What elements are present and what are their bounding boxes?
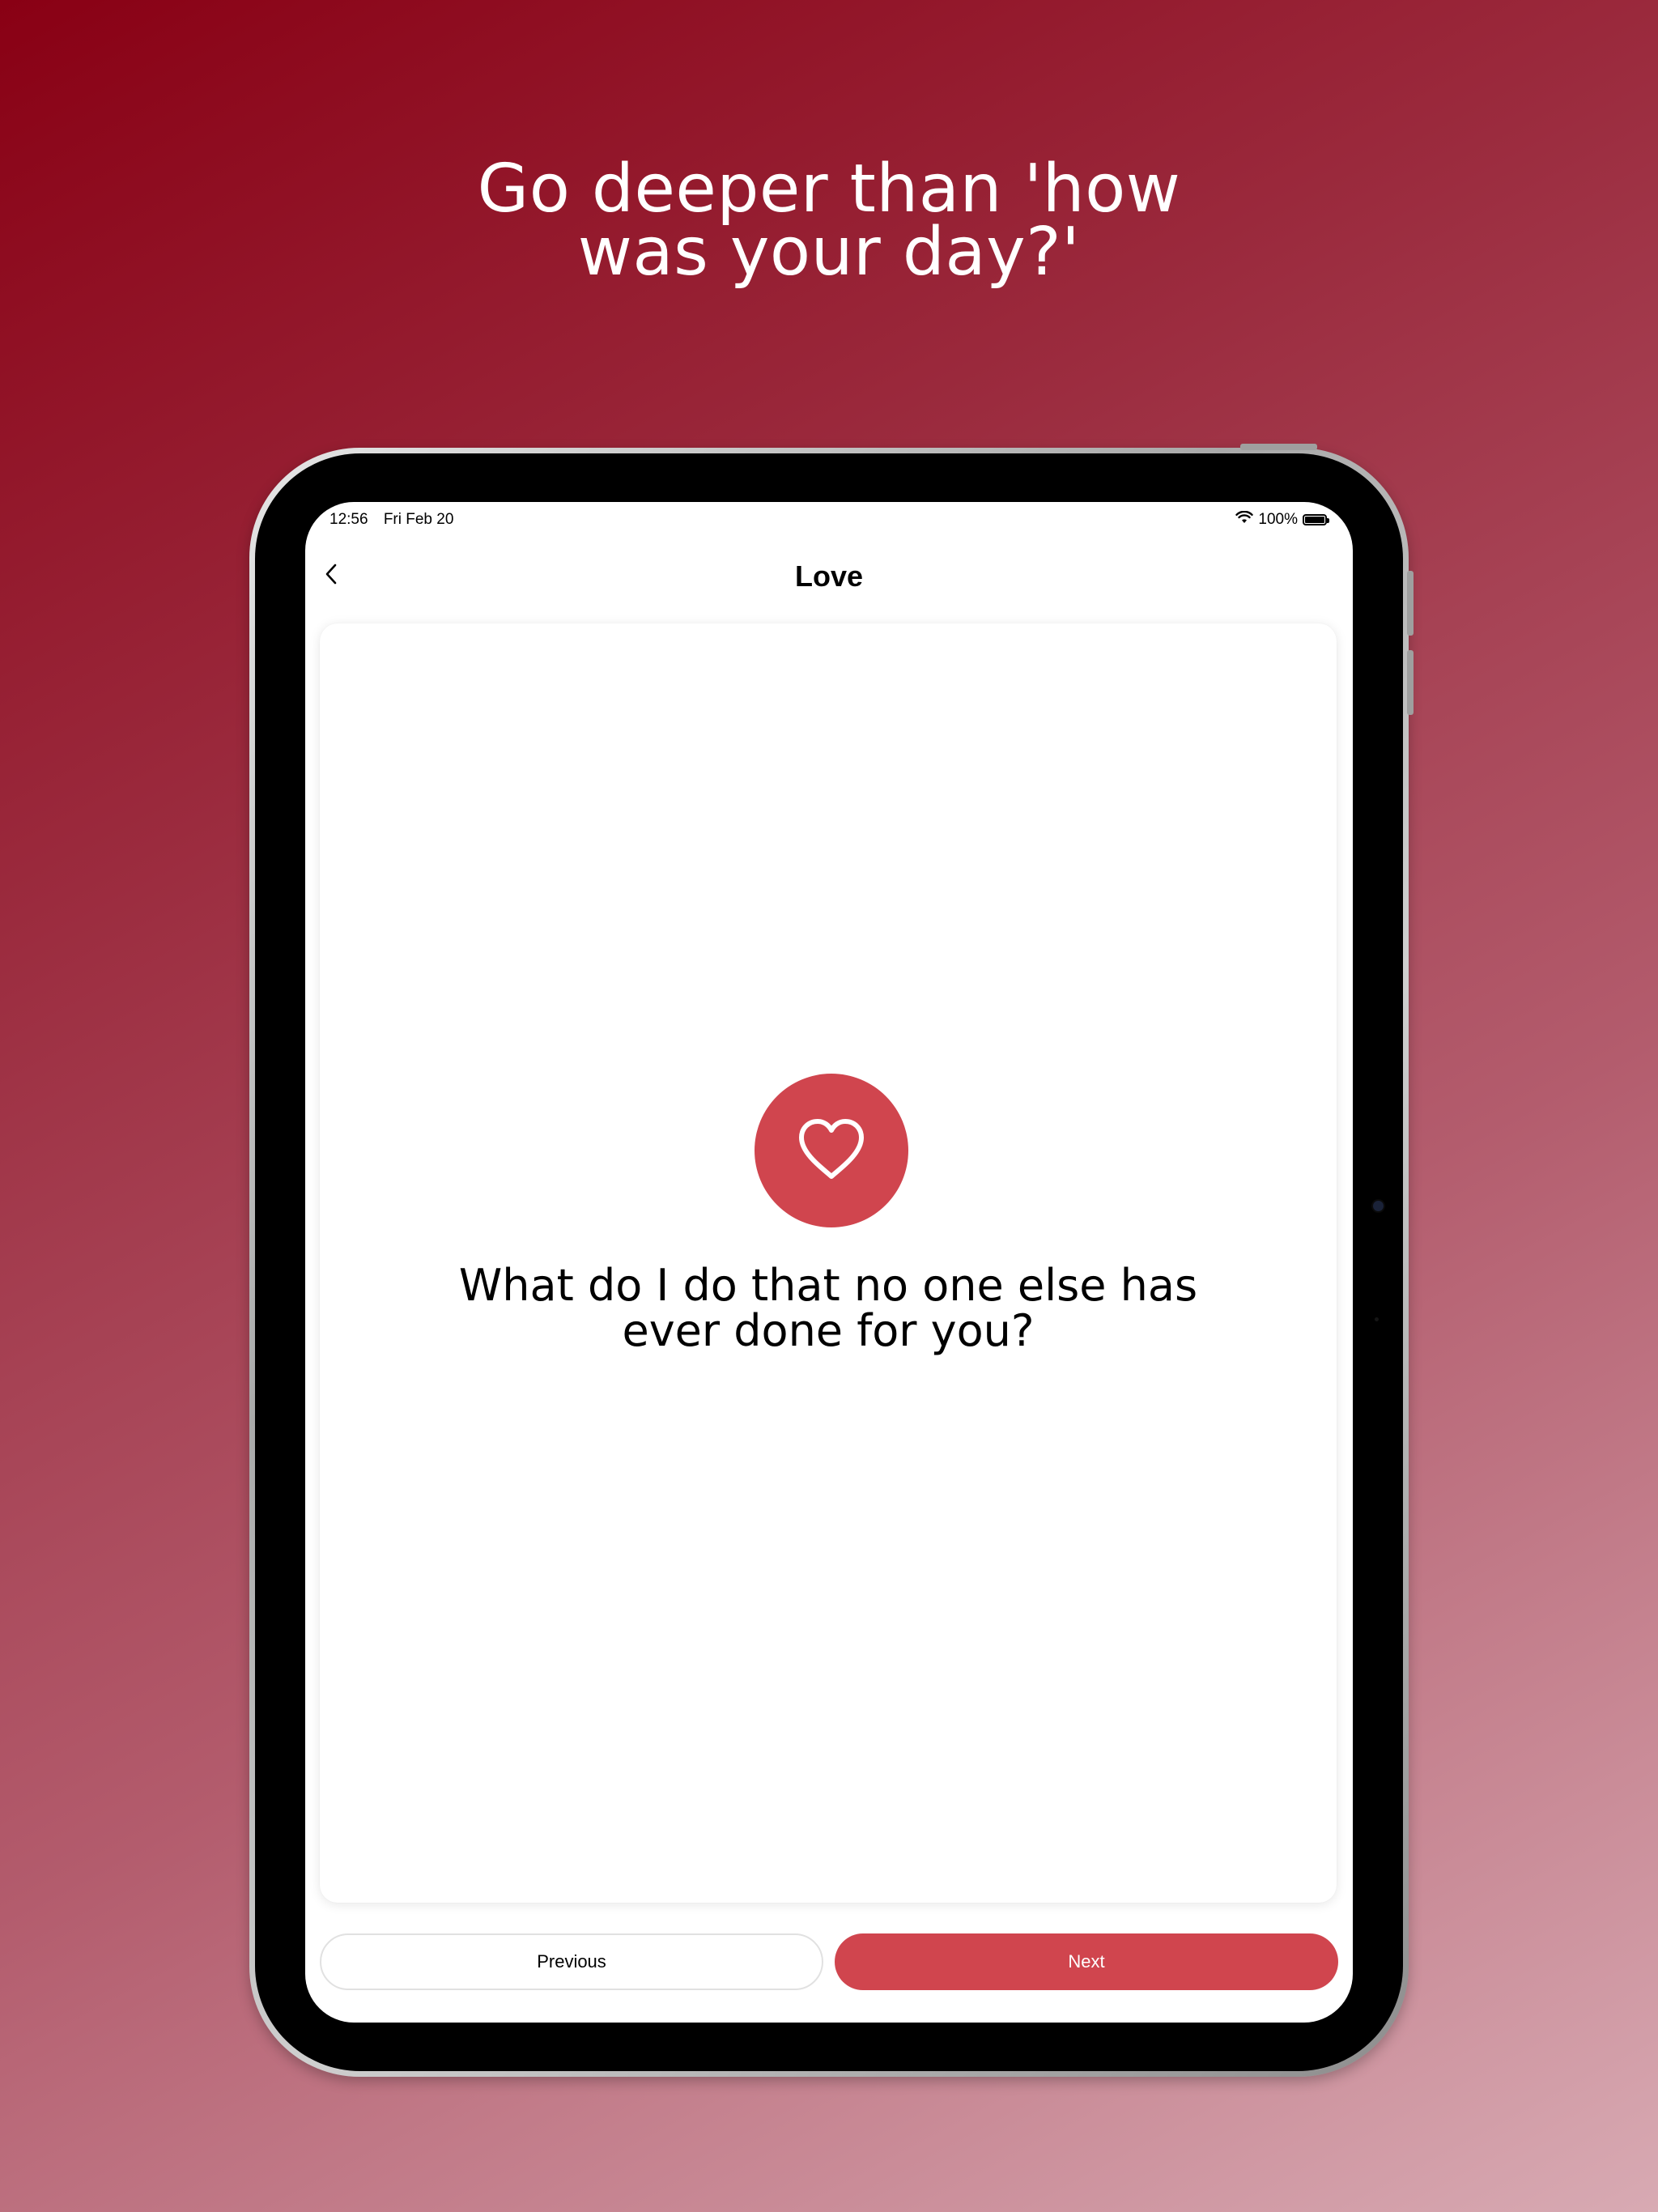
question-card: What do I do that no one else has ever d… (320, 623, 1337, 1903)
question-line-2: ever done for you? (622, 1305, 1035, 1356)
sensor-dot (1375, 1317, 1379, 1321)
status-bar: 12:56 Fri Feb 20 100% (305, 502, 1353, 538)
previous-button[interactable]: Previous (320, 1933, 823, 1990)
headline-line-1: Go deeper than 'how (477, 151, 1181, 228)
front-camera (1373, 1201, 1384, 1211)
status-time-date: 12:56 Fri Feb 20 (329, 511, 465, 529)
status-time: 12:56 (329, 511, 368, 528)
status-indicators: 100% (1235, 510, 1329, 529)
page-title: Love (794, 559, 864, 593)
battery-percent: 100% (1258, 511, 1298, 528)
question-text: What do I do that no one else has ever d… (320, 1263, 1337, 1354)
question-line-1: What do I do that no one else has (458, 1260, 1198, 1311)
battery-icon (1303, 514, 1329, 525)
status-date: Fri Feb 20 (383, 511, 454, 528)
category-icon-badge (755, 1074, 908, 1227)
volume-up-button (1407, 571, 1414, 636)
navigation-bar: Love (305, 547, 1353, 604)
app-screen: 12:56 Fri Feb 20 100% Love What do I do … (305, 502, 1353, 2023)
next-button[interactable]: Next (835, 1933, 1338, 1990)
wifi-icon (1235, 510, 1254, 529)
headline-line-2: was your day?' (577, 214, 1081, 291)
volume-down-button (1407, 650, 1414, 715)
heart-icon (795, 1117, 868, 1185)
top-button (1240, 444, 1317, 450)
marketing-headline: Go deeper than 'how was your day?' (0, 151, 1658, 291)
